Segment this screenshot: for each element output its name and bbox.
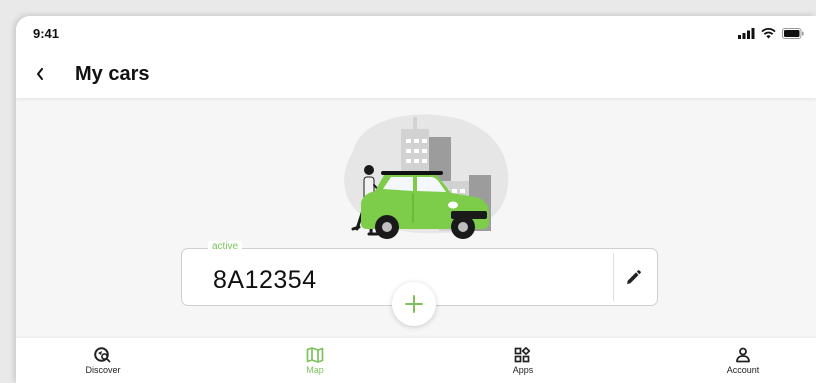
signal-icon: [738, 27, 755, 39]
pencil-icon: [627, 270, 641, 284]
battery-icon: [782, 27, 804, 39]
nav-label-map: Map: [306, 365, 324, 375]
add-car-button[interactable]: [392, 282, 436, 326]
car-illustration: [344, 114, 509, 239]
nav-discover[interactable]: Discover: [58, 338, 148, 383]
phone-screen: 9:41 My cars active 8A12354 Discover Map…: [16, 16, 816, 383]
nav-label-account: Account: [726, 365, 760, 375]
account-icon: [736, 347, 750, 363]
plus-icon: [405, 295, 423, 313]
status-bar: 9:41: [16, 16, 816, 50]
chevron-left-icon: [37, 68, 43, 80]
nav-account[interactable]: Account: [698, 338, 788, 383]
apps-icon: [514, 347, 531, 363]
discover-icon: [94, 347, 111, 363]
wifi-icon: [761, 27, 776, 38]
bottom-nav: Discover Map Apps Account: [16, 338, 816, 383]
plate-number: 8A12354: [213, 266, 317, 294]
status-icons: [738, 26, 804, 40]
status-time: 9:41: [33, 26, 60, 41]
app-header: My cars: [16, 50, 816, 98]
card-divider: [613, 253, 614, 301]
nav-map[interactable]: Map: [270, 338, 360, 383]
edit-button[interactable]: [623, 268, 643, 288]
map-icon: [306, 347, 324, 363]
nav-apps[interactable]: Apps: [478, 338, 568, 383]
back-button[interactable]: [30, 62, 50, 86]
nav-label-discover: Discover: [85, 365, 121, 375]
nav-label-apps: Apps: [512, 365, 534, 375]
car-status-label: active: [208, 241, 243, 252]
page-title: My cars: [75, 63, 150, 85]
